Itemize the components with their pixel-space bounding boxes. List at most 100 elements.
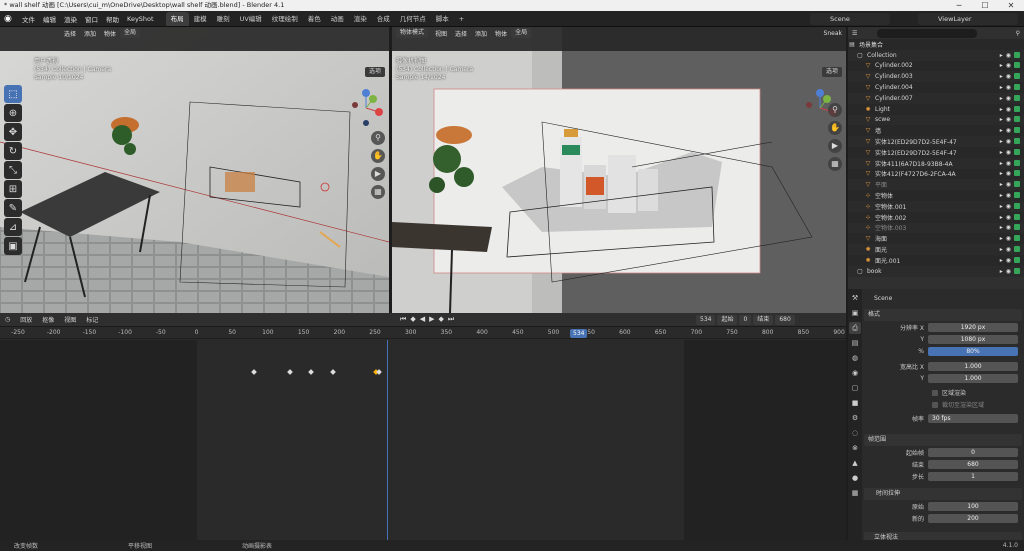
material-tab-icon[interactable]: ● (849, 472, 861, 484)
eye-icon[interactable]: ◉ (1006, 257, 1011, 264)
outliner-item[interactable]: ▽ Cylinder.004 ▸ ◉ (848, 82, 1024, 93)
render-toggle-icon[interactable] (1014, 213, 1020, 220)
eye-icon[interactable]: ◉ (1006, 246, 1011, 253)
eye-icon[interactable]: ◉ (1006, 192, 1011, 199)
world-tab-icon[interactable]: ◉ (849, 367, 861, 379)
eye-icon[interactable]: ◉ (1006, 106, 1011, 113)
output-tab-icon[interactable]: ⎙ (849, 322, 861, 334)
keyframe[interactable] (286, 369, 293, 375)
frame-end-field[interactable]: 680 (928, 460, 1018, 469)
crop-render-checkbox[interactable] (932, 401, 938, 408)
timeline-body[interactable] (0, 340, 846, 540)
menu-add[interactable]: 添加 (475, 29, 487, 38)
prev-keyframe-icon[interactable]: ◆ (410, 315, 415, 324)
outliner-item[interactable]: ✺ 面光 ▸ ◉ (848, 244, 1024, 255)
eye-icon[interactable]: ◉ (1006, 181, 1011, 188)
render-tab-icon[interactable]: ▣ (849, 307, 861, 319)
navigation-gizmo-left[interactable] (345, 87, 387, 129)
view-layer-tab-icon[interactable]: ▤ (849, 337, 861, 349)
menu-keying[interactable]: 抠像 (37, 315, 59, 324)
outliner-item[interactable]: ▽ Cylinder.003 ▸ ◉ (848, 71, 1024, 83)
frame-range-panel-header[interactable]: 帧范围 (864, 434, 1022, 446)
selectable-icon[interactable]: ▸ (1000, 181, 1003, 188)
tab-scripting[interactable]: 脚本 (431, 12, 454, 26)
sneak-label[interactable]: Sneak (824, 30, 842, 37)
view-layer-selector[interactable]: ViewLayer (918, 13, 1018, 25)
menu-select[interactable]: 选择 (64, 29, 76, 38)
render-toggle-icon[interactable] (1014, 246, 1020, 253)
eye-icon[interactable]: ◉ (1006, 149, 1011, 156)
outliner-item[interactable]: ▽ 平面 ▸ ◉ (848, 179, 1024, 191)
rotate-icon[interactable]: ↻ (4, 142, 22, 160)
eye-icon[interactable]: ◉ (1006, 62, 1011, 69)
selectable-icon[interactable]: ▸ (1000, 95, 1003, 102)
region-render-checkbox[interactable] (932, 389, 938, 396)
outliner-item[interactable]: ▽ 实体12(ED29D7D2-5E4F-47 ▸ ◉ (848, 136, 1024, 147)
jump-start-icon[interactable]: ⏮ (400, 315, 406, 324)
outliner[interactable]: ☰ ⚲ ▤ 场景集合 ▢ Collection ▸ ◉ ▽ Cylinder.002 ▸ ◉ ▽… (848, 27, 1024, 277)
pan-hand-icon[interactable]: ✋ (828, 121, 842, 135)
transform-icon[interactable]: ⊞ (4, 180, 22, 198)
outliner-root[interactable]: ▤ 场景集合 (848, 39, 1024, 50)
time-stretch-panel-header[interactable]: 时间拉伸 (864, 488, 1022, 500)
end-frame-field[interactable]: 680 (775, 315, 795, 325)
menu-playback[interactable]: 回放 (15, 315, 37, 324)
outliner-item[interactable]: ▽ Cylinder.007 ▸ ◉ (848, 92, 1024, 104)
eye-icon[interactable]: ◉ (1006, 268, 1011, 275)
zoom-icon[interactable]: ⚲ (371, 131, 385, 145)
measure-icon[interactable]: ⊿ (4, 218, 22, 236)
eye-icon[interactable]: ◉ (1006, 95, 1011, 102)
tab-rendering[interactable]: 渲染 (349, 12, 372, 26)
selectable-icon[interactable]: ▸ (1000, 127, 1003, 134)
render-toggle-icon[interactable] (1014, 192, 1020, 199)
perspective-grid-icon[interactable]: ▦ (828, 157, 842, 171)
menu-keyshot[interactable]: KeyShot (123, 15, 158, 23)
render-toggle-icon[interactable] (1014, 256, 1020, 263)
render-toggle-icon[interactable] (1014, 51, 1020, 58)
eye-icon[interactable]: ◉ (1006, 116, 1011, 123)
tab-modeling[interactable]: 建模 (189, 12, 212, 26)
tab-animation[interactable]: 动画 (326, 12, 349, 26)
render-toggle-icon[interactable] (1014, 170, 1020, 177)
playhead[interactable] (387, 340, 388, 540)
outliner-item[interactable]: ▽ Cylinder.002 ▸ ◉ (848, 61, 1024, 72)
eye-icon[interactable]: ◉ (1006, 52, 1011, 59)
eye-icon[interactable]: ◉ (1006, 73, 1011, 80)
outliner-item[interactable]: ⊹ 空物体 ▸ ◉ (848, 190, 1024, 201)
tab-sculpting[interactable]: 雕刻 (212, 12, 235, 26)
scene-tab-icon[interactable]: ◍ (849, 352, 861, 364)
menu-add[interactable]: 添加 (84, 29, 96, 38)
play-reverse-icon[interactable]: ◀ (420, 315, 425, 324)
menu-file[interactable]: 文件 (18, 14, 39, 24)
menu-window[interactable]: 窗口 (81, 14, 102, 24)
outliner-item[interactable]: ▽ 实体12(ED29D7D2-5E4F-47 ▸ ◉ (848, 147, 1024, 158)
selectable-icon[interactable]: ▸ (1000, 192, 1003, 199)
keyframe[interactable] (329, 369, 336, 375)
selectable-icon[interactable]: ▸ (1000, 235, 1003, 242)
eye-icon[interactable]: ◉ (1006, 84, 1011, 91)
tool-tab-icon[interactable]: ⚒ (849, 292, 861, 304)
outliner-item[interactable]: ▢ Collection ▸ ◉ (848, 49, 1024, 61)
render-toggle-icon[interactable] (1014, 235, 1020, 242)
selectable-icon[interactable]: ▸ (1000, 149, 1003, 156)
frame-ruler[interactable]: -250 -200 -150 -100 -50 0 50 100 150 200 250 300 350… (0, 327, 846, 339)
render-toggle-icon[interactable] (1014, 127, 1020, 134)
tab-uv-editing[interactable]: UV编辑 (235, 12, 267, 26)
selectable-icon[interactable]: ▸ (1000, 214, 1003, 221)
current-frame-field[interactable]: 534 (696, 315, 716, 325)
blender-logo-icon[interactable]: ◉ (4, 14, 18, 24)
eye-icon[interactable]: ◉ (1006, 235, 1011, 242)
menu-object[interactable]: 物体 (495, 29, 507, 38)
tab-texture-paint[interactable]: 纹理绘制 (267, 12, 303, 26)
menu-edit[interactable]: 编辑 (39, 14, 60, 24)
selectable-icon[interactable]: ▸ (1000, 62, 1003, 69)
render-toggle-icon[interactable] (1014, 94, 1020, 101)
selectable-icon[interactable]: ▸ (1000, 73, 1003, 80)
aspect-x-field[interactable]: 1.000 (928, 362, 1018, 371)
keyframe[interactable] (251, 369, 257, 375)
viewport-right[interactable]: 物体模式 视图 选择 添加 物体 全局 Sneak 选项 摄像机视图 (534)… (392, 27, 846, 313)
outliner-item[interactable]: ✺ 面光.001 ▸ ◉ (848, 255, 1024, 266)
move-icon[interactable]: ✥ (4, 123, 22, 141)
render-toggle-icon[interactable] (1014, 224, 1020, 231)
menu-view[interactable]: 视图 (435, 29, 447, 38)
